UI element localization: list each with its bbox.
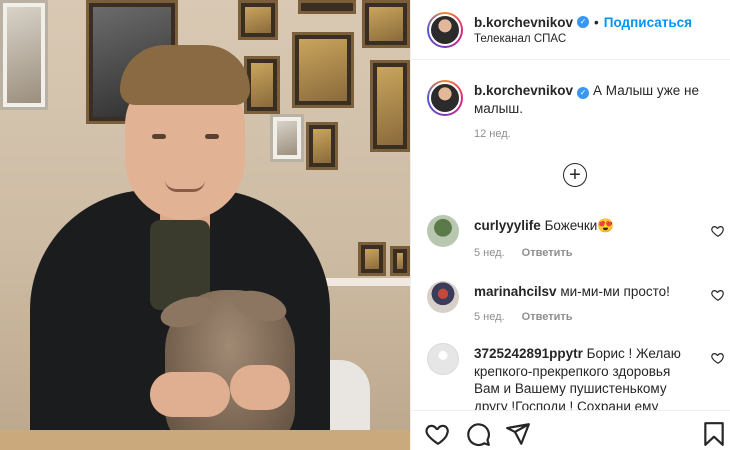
icon-frame — [292, 32, 354, 108]
comment: marinahcilsv ми-ми-ми просто! 5 нед. Отв… — [427, 281, 727, 331]
comment-meta: 5 нед. Ответить — [474, 311, 573, 323]
post-caption: b.korchevnikov ✓ А Малыш уже не малыш. — [427, 80, 717, 118]
comment-time[interactable]: 5 нед. — [474, 247, 505, 259]
avatar[interactable] — [427, 11, 463, 48]
right-eye — [205, 134, 219, 139]
caption-time[interactable]: 12 нед. — [474, 128, 511, 140]
comment-time[interactable]: 5 нед. — [474, 311, 505, 323]
verified-icon: ✓ — [577, 87, 590, 99]
comment-meta: 5 нед. Ответить — [474, 247, 573, 259]
icon-frame — [306, 122, 338, 170]
icon-frame — [370, 60, 410, 152]
comment: 3725242891ppytr Борис ! Желаю крепкого-п… — [427, 343, 727, 410]
comment-username[interactable]: 3725242891ppytr — [474, 346, 583, 361]
left-hand — [150, 372, 230, 417]
icon-frame — [362, 0, 410, 48]
comment-avatar[interactable] — [427, 215, 459, 247]
post-header: b.korchevnikov ✓ • Подписаться Телеканал… — [411, 0, 730, 60]
share-icon[interactable] — [505, 421, 531, 447]
header-username[interactable]: b.korchevnikov — [474, 15, 573, 30]
action-bar — [411, 410, 730, 450]
heart-icon[interactable] — [711, 288, 725, 302]
bookmark-icon[interactable] — [701, 421, 727, 447]
heart-icon[interactable] — [425, 421, 451, 447]
comment-icon[interactable] — [465, 421, 491, 447]
comment-avatar[interactable] — [427, 343, 459, 375]
heart-icon[interactable] — [711, 351, 725, 365]
reply-button[interactable]: Ответить — [522, 247, 573, 259]
icon-frame — [390, 246, 410, 276]
icon-frame — [270, 114, 304, 162]
heart-icon[interactable] — [711, 224, 725, 238]
smile — [165, 180, 205, 192]
person-hair — [120, 45, 250, 105]
icon-frame — [298, 0, 356, 14]
icon-frame — [358, 242, 386, 276]
caption-username[interactable]: b.korchevnikov — [474, 83, 573, 98]
location-link[interactable]: Телеканал СПАС — [474, 33, 692, 45]
comment: curlyyylife Божечки😍 5 нед. Ответить — [427, 215, 727, 265]
comment-username[interactable]: curlyyylife — [474, 218, 541, 233]
comment-username[interactable]: marinahcilsv — [474, 284, 557, 299]
comment-text: Божечки😍 — [544, 218, 615, 233]
verified-icon: ✓ — [577, 16, 590, 28]
right-hand — [230, 365, 290, 410]
plus-circle-icon[interactable]: + — [563, 163, 587, 187]
left-eye — [152, 134, 166, 139]
comment-avatar[interactable] — [427, 281, 459, 313]
table-edge — [0, 430, 410, 450]
post-side-panel: b.korchevnikov ✓ • Подписаться Телеканал… — [410, 0, 730, 450]
post-photo[interactable] — [0, 0, 410, 450]
follow-button[interactable]: Подписаться — [604, 15, 692, 30]
reply-button[interactable]: Ответить — [522, 311, 573, 323]
caption-avatar[interactable] — [427, 80, 463, 116]
icon-frame — [238, 0, 278, 40]
separator-dot: • — [594, 14, 599, 30]
comment-text: ми-ми-ми просто! — [560, 284, 670, 299]
icon-frame — [0, 0, 48, 110]
